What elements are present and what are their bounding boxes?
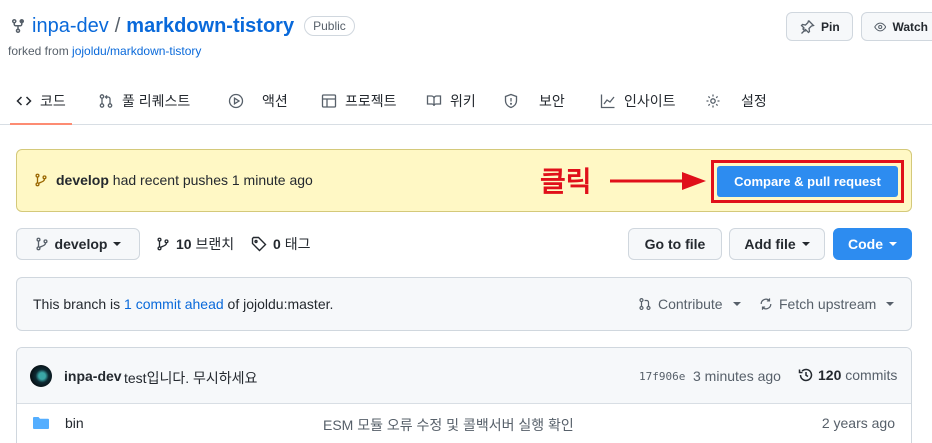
eye-icon: [874, 22, 887, 31]
forked-from: forked from jojoldu/markdown-tistory: [8, 44, 201, 58]
pull-request-icon: [639, 297, 651, 311]
branch-status-suffix: of jojoldu:master.: [223, 296, 334, 312]
branches-label: 브랜치: [195, 236, 235, 252]
play-icon: [228, 93, 244, 109]
chevron-down-icon: [732, 302, 741, 306]
chevron-down-icon: [801, 242, 810, 246]
arrow-annotation: [610, 172, 706, 190]
forked-source-link[interactable]: jojoldu/markdown-tistory: [72, 44, 201, 58]
tab-settings-label: 설정: [741, 93, 767, 109]
pin-label: Pin: [821, 19, 840, 34]
table-row[interactable]: bin ESM 모듈 오류 수정 및 콜백서버 실행 확인 2 years ag…: [17, 405, 911, 443]
tags-link[interactable]: 0 태그: [251, 236, 310, 252]
file-commit-message-link[interactable]: ESM 모듈 오류 수정 및 콜백서버 실행 확인: [323, 415, 574, 435]
pin-icon: [800, 19, 815, 34]
tab-projects[interactable]: 프로젝트: [321, 84, 397, 118]
tab-security-label: 보안: [539, 93, 565, 109]
commit-message-link[interactable]: test입니다. 무시하세요: [124, 368, 257, 388]
gear-icon: [706, 94, 720, 108]
tab-security[interactable]: 보안: [503, 84, 565, 118]
push-message: had recent pushes 1 minute ago: [112, 172, 313, 188]
tab-code[interactable]: 코드: [10, 84, 72, 125]
tab-code-label: 코드: [40, 93, 66, 109]
code-icon: [16, 96, 32, 106]
contribute-button[interactable]: Contribute: [638, 296, 741, 312]
go-to-file-label: Go to file: [644, 236, 706, 252]
repo-name-link[interactable]: markdown-tistory: [126, 15, 294, 38]
visibility-badge: Public: [304, 16, 355, 36]
chevron-down-icon: [886, 302, 895, 306]
sync-icon: [760, 298, 772, 310]
repo-separator: /: [114, 14, 121, 37]
tab-insights-label: 인사이트: [624, 93, 676, 109]
folder-icon: [33, 417, 49, 429]
commits-ahead-link[interactable]: 1 commit ahead: [124, 296, 224, 312]
tab-insights[interactable]: 인사이트: [600, 84, 676, 118]
contribute-label: Contribute: [658, 296, 723, 312]
branch-select-label: develop: [54, 236, 108, 252]
code-button[interactable]: Code: [833, 228, 912, 260]
pin-button[interactable]: Pin: [786, 12, 853, 41]
tags-count: 0: [273, 236, 281, 252]
tab-projects-label: 프로젝트: [345, 93, 397, 109]
chevron-down-icon: [889, 242, 897, 246]
branch-select-button[interactable]: develop: [16, 228, 140, 260]
tab-wiki[interactable]: 위키: [426, 84, 476, 118]
tab-actions-label: 액션: [262, 93, 288, 109]
commits-count: 120: [818, 367, 842, 383]
file-age: 2 years ago: [821, 415, 895, 431]
branches-link[interactable]: 10 브랜치: [156, 236, 234, 252]
file-name-link[interactable]: bin: [65, 415, 84, 431]
file-browser: inpa-dev test입니다. 무시하세요 17f906e 3 minute…: [16, 347, 912, 443]
push-branch-name[interactable]: develop: [56, 172, 109, 188]
avatar[interactable]: [30, 365, 52, 387]
git-branch-icon: [35, 237, 48, 251]
tab-pull-requests[interactable]: 풀 리퀘스트: [98, 84, 190, 118]
repo-forked-icon: [12, 19, 24, 34]
repo-title: inpa-dev / markdown-tistory Public: [10, 12, 355, 40]
fetch-upstream-button[interactable]: Fetch upstream: [759, 296, 895, 312]
git-branch-icon: [35, 173, 47, 187]
commit-author-link[interactable]: inpa-dev: [64, 368, 122, 384]
shield-icon: [504, 93, 518, 109]
compare-pull-request-button[interactable]: Compare & pull request: [717, 166, 898, 197]
pull-request-icon: [99, 94, 113, 108]
click-annotation: 클릭: [540, 166, 592, 197]
branch-status-text: This branch is 1 commit ahead of jojoldu…: [33, 296, 333, 312]
tag-icon: [251, 236, 267, 252]
repo-owner-link[interactable]: inpa-dev: [32, 15, 109, 38]
recent-push-text: develop had recent pushes 1 minute ago: [34, 172, 313, 188]
watch-label: Watch: [892, 19, 928, 34]
branches-count: 10: [176, 236, 192, 252]
tab-actions[interactable]: 액션: [228, 84, 288, 118]
chevron-down-icon: [113, 242, 122, 246]
tab-wiki-label: 위키: [450, 93, 476, 109]
tab-settings[interactable]: 설정: [705, 84, 767, 118]
repo-tabs: 코드 풀 리퀘스트 액션 프로젝트 위키 보안 인사이트 설정: [0, 84, 932, 125]
latest-commit-row: inpa-dev test입니다. 무시하세요 17f906e 3 minute…: [17, 348, 911, 404]
commit-time: 3 minutes ago: [693, 368, 781, 384]
git-branch-icon: [157, 237, 169, 251]
graph-icon: [600, 94, 615, 109]
fetch-upstream-label: Fetch upstream: [779, 296, 877, 312]
watch-button[interactable]: Watch: [861, 12, 932, 41]
forked-prefix: forked from: [8, 44, 73, 58]
commits-history-link[interactable]: 120 commits: [798, 367, 897, 383]
add-file-label: Add file: [744, 236, 796, 252]
history-icon: [798, 368, 813, 382]
code-button-label: Code: [848, 236, 883, 252]
tab-pull-requests-label: 풀 리퀘스트: [122, 93, 191, 109]
add-file-button[interactable]: Add file: [729, 228, 825, 260]
commits-label: commits: [845, 367, 898, 383]
compare-highlight: Compare & pull request: [711, 160, 904, 203]
go-to-file-button[interactable]: Go to file: [628, 228, 722, 260]
book-icon: [426, 95, 442, 107]
tags-label: 태그: [284, 236, 311, 252]
commit-sha-link[interactable]: 17f906e: [639, 370, 685, 383]
table-icon: [321, 94, 337, 108]
branch-status-prefix: This branch is: [33, 296, 125, 312]
